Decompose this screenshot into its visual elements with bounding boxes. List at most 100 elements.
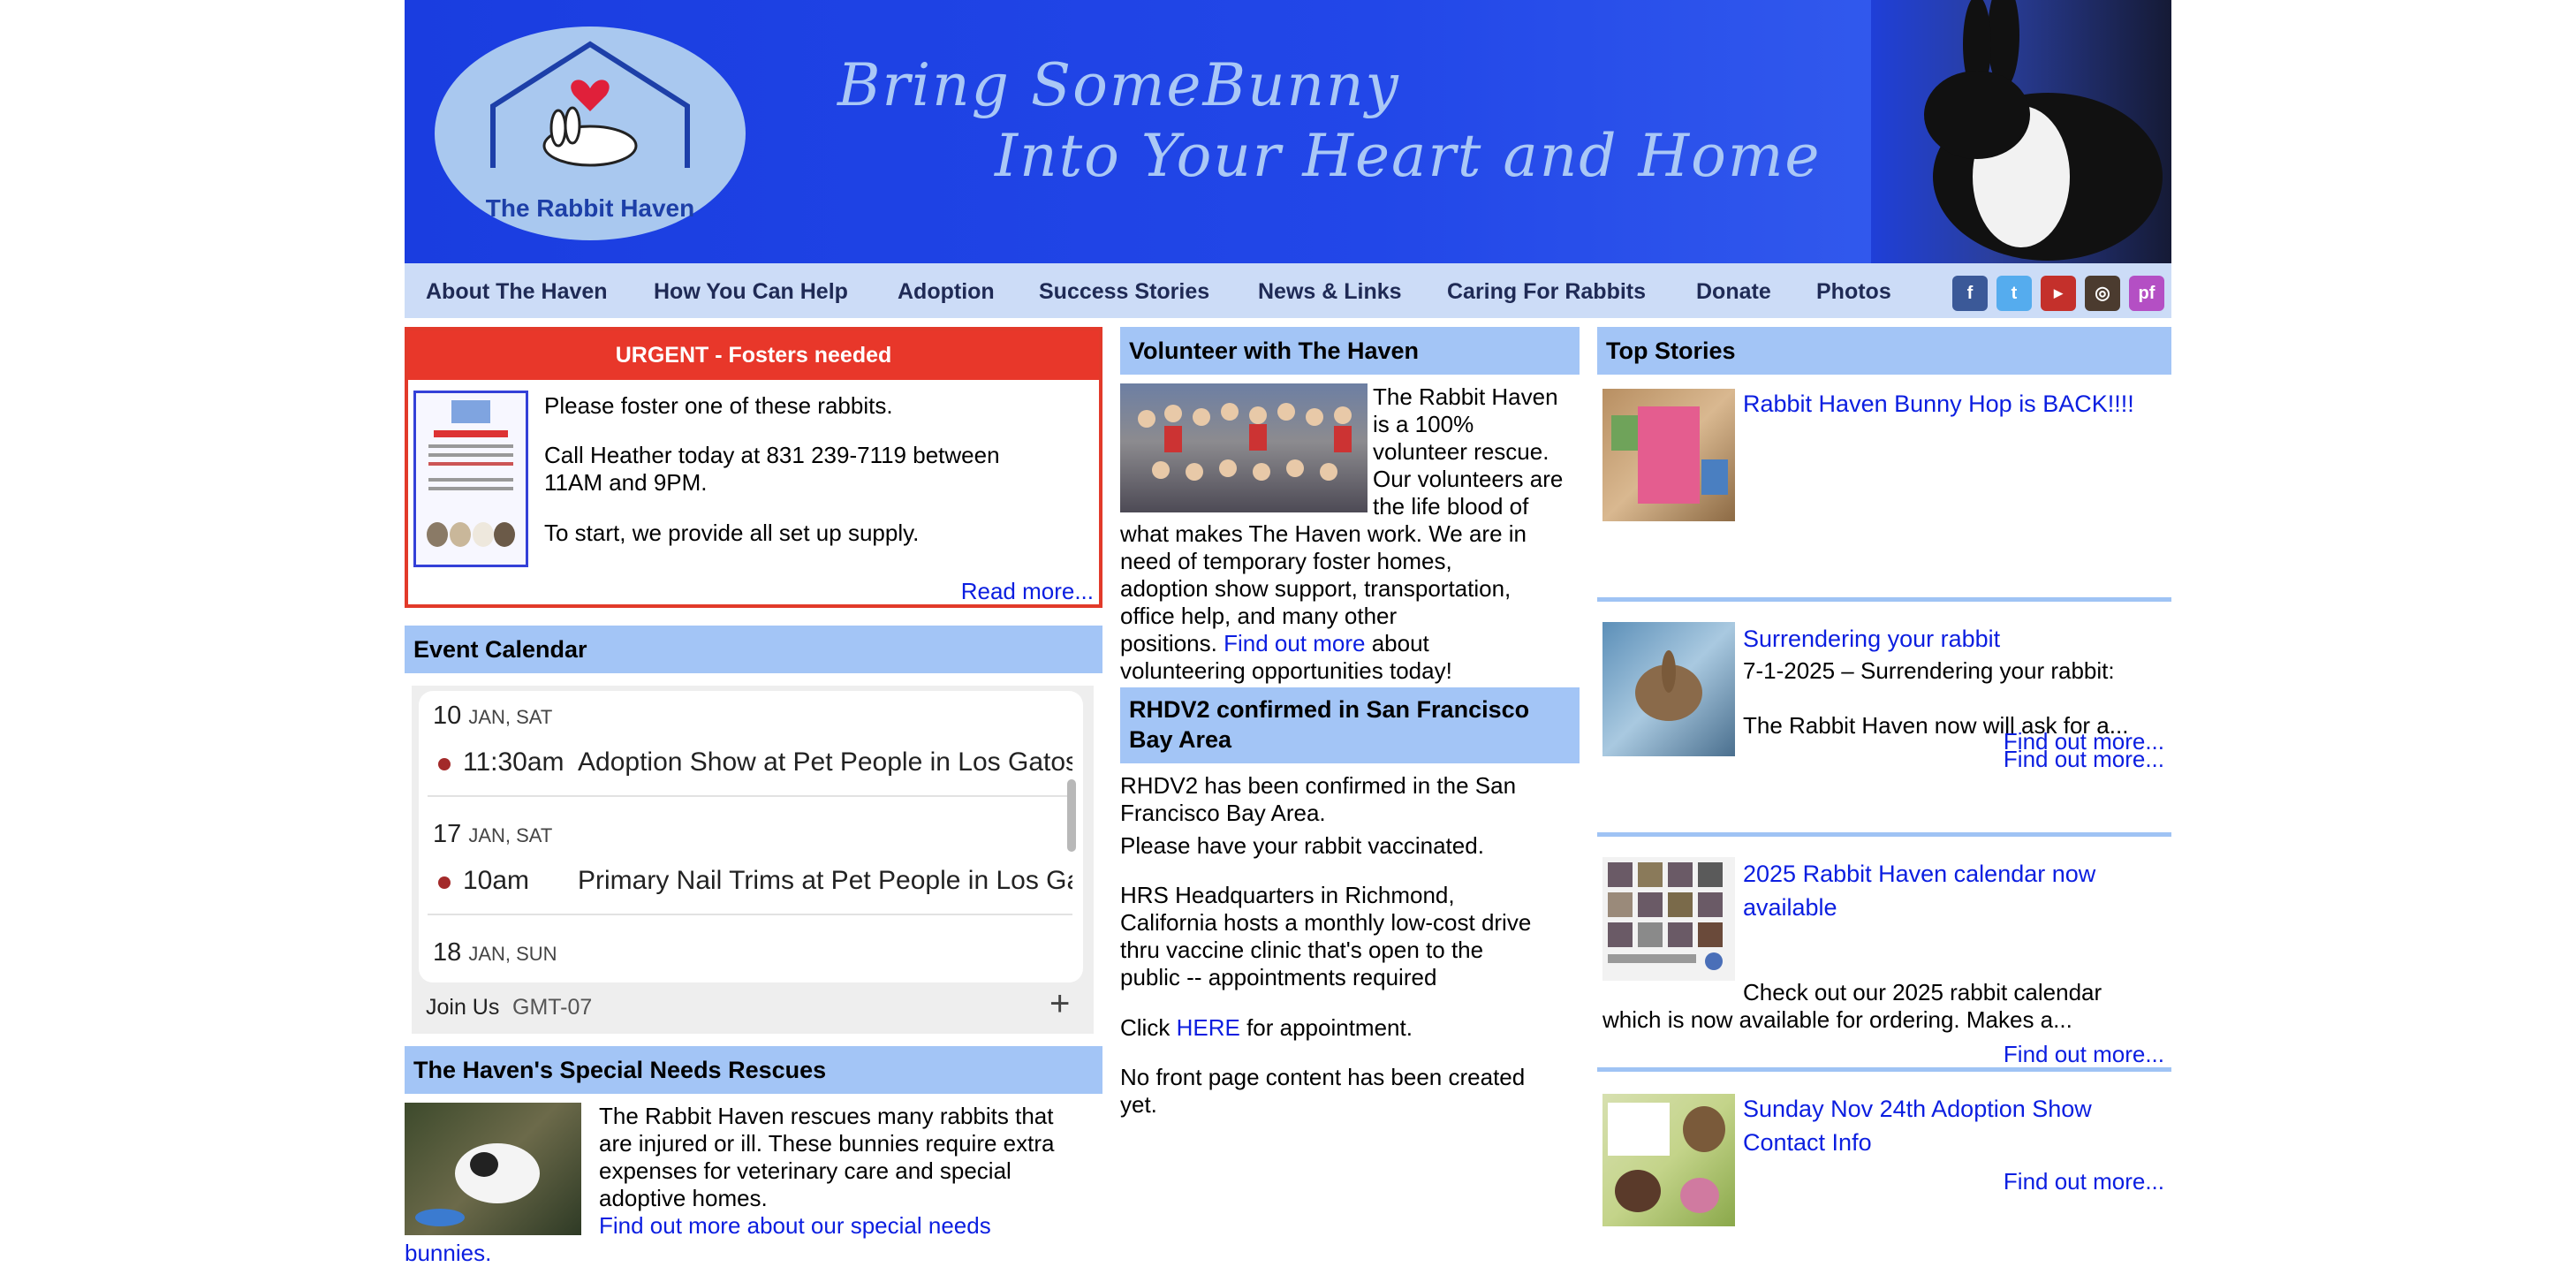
bunny-hop-thumbnail[interactable] (1602, 389, 1735, 521)
event-calendar-widget: 10 JAN, SAT 11:30am Adoption Show at Pet… (412, 686, 1094, 1034)
date-dow: JAN, SAT (468, 706, 553, 728)
calendar-timezone: GMT-07 (512, 995, 593, 1020)
adoption-show-find-out-more-link[interactable]: Find out more... (2004, 1168, 2164, 1195)
urgent-text-2a: Call Heather today at 831 239-7119 betwe… (544, 442, 1000, 468)
rhdv2-text-5: California hosts a monthly low-cost driv… (1120, 909, 1532, 936)
volunteer-text-8: adoption show support, transportation, (1120, 575, 1512, 602)
volunteer-text-7: need of temporary foster homes, (1120, 548, 1452, 574)
no-content-text-2: yet. (1120, 1091, 1157, 1118)
story-surrender-link[interactable]: Surrendering your rabbit (1743, 626, 2000, 653)
foster-flyer-image[interactable] (413, 391, 528, 567)
nav-success-stories[interactable]: Success Stories (1039, 279, 1209, 305)
petfinder-icon[interactable]: pf (2129, 276, 2164, 311)
calendar-story-text-2: which is now available for ordering. Mak… (1602, 1006, 2072, 1033)
banner-bunny-photo (1871, 0, 2171, 263)
rhdv2-heading: RHDV2 confirmed in San Francisco Bay Are… (1120, 687, 1580, 763)
volunteer-text-4: Our volunteers are (1373, 466, 1564, 492)
volunteer-text-1: The Rabbit Haven (1373, 383, 1558, 410)
calendar-event-list[interactable]: 10 JAN, SAT 11:30am Adoption Show at Pet… (419, 691, 1083, 982)
calendar-join-us[interactable]: Join Us (426, 995, 499, 1020)
calendar-date: 17 JAN, SAT (433, 820, 552, 849)
special-needs-text-3: expenses for veterinary care and special (599, 1157, 1011, 1184)
calendar-2025-thumbnail[interactable] (1602, 857, 1735, 981)
special-needs-text-2: are injured or ill. These bunnies requir… (599, 1130, 1055, 1157)
special-needs-link-cont[interactable]: bunnies. (405, 1240, 491, 1267)
youtube-icon[interactable]: ▶ (2041, 276, 2076, 311)
add-to-calendar-icon[interactable]: + (1049, 984, 1070, 1024)
story-bunny-hop-link[interactable]: Rabbit Haven Bunny Hop is BACK!!!! (1743, 391, 2134, 418)
story-divider (1597, 1067, 2171, 1072)
positions-text: positions. (1120, 630, 1217, 656)
volunteer-find-out-more-link[interactable]: Find out more (1224, 630, 1365, 656)
special-needs-bunny-photo[interactable] (405, 1103, 581, 1235)
event-calendar-heading: Event Calendar (405, 626, 1102, 673)
special-needs-link[interactable]: Find out more about our special needs (599, 1212, 991, 1240)
story-calendar-link-1[interactable]: 2025 Rabbit Haven calendar now (1743, 861, 2095, 888)
nav-donate[interactable]: Donate (1696, 279, 1771, 305)
volunteer-text-2: is a 100% (1373, 411, 1474, 437)
nav-about-the-haven[interactable]: About The Haven (426, 279, 608, 305)
rhdv2-here-link[interactable]: HERE (1177, 1014, 1240, 1041)
nav-adoption[interactable]: Adoption (898, 279, 995, 305)
urgent-fosters-box: URGENT - Fosters needed Please foster on… (405, 327, 1102, 608)
nav-photos[interactable]: Photos (1816, 279, 1891, 305)
calendar-scrollbar[interactable] (1067, 779, 1076, 852)
rhdv2-text-1: RHDV2 has been confirmed in the San (1120, 772, 1517, 799)
divider (428, 914, 1072, 915)
date-dow: JAN, SAT (468, 824, 553, 846)
header-banner: The Rabbit Haven Bring SomeBunny Into Yo… (405, 0, 2171, 263)
logo[interactable]: The Rabbit Haven (435, 27, 746, 240)
special-needs-text-1: The Rabbit Haven rescues many rabbits th… (599, 1103, 1054, 1129)
event-time: 10am (463, 866, 530, 895)
nav-caring-for-rabbits[interactable]: Caring For Rabbits (1447, 279, 1646, 305)
rhdv2-text-2: Francisco Bay Area. (1120, 800, 1326, 826)
about-text: about (1371, 630, 1429, 656)
volunteer-text-10: positions. Find out more about (1120, 630, 1429, 657)
urgent-read-more-link[interactable]: Read more... (961, 578, 1094, 605)
story-adoption-show-link-2[interactable]: Contact Info (1743, 1129, 1872, 1157)
volunteer-heading: Volunteer with The Haven (1120, 327, 1580, 375)
story-calendar-link-2[interactable]: available (1743, 894, 1837, 922)
special-needs-heading: The Haven's Special Needs Rescues (405, 1046, 1102, 1094)
date-day: 17 (433, 820, 462, 848)
calendar-story-text-1: Check out our 2025 rabbit calendar (1743, 979, 2102, 1005)
rhdv2-heading-line2: Bay Area (1129, 726, 1232, 753)
nav-how-you-can-help[interactable]: How You Can Help (654, 279, 848, 305)
nav-news-links[interactable]: News & Links (1258, 279, 1402, 305)
volunteer-text-11: volunteering opportunities today! (1120, 657, 1452, 684)
twitter-icon[interactable]: t (1996, 276, 2032, 311)
adoption-show-thumbnail[interactable] (1602, 1094, 1735, 1226)
page: The Rabbit Haven Bring SomeBunny Into Yo… (0, 0, 2576, 1267)
date-day: 10 (433, 702, 462, 730)
event-title[interactable]: Primary Nail Trims at Pet People in Los … (578, 866, 1072, 896)
volunteer-text-5: the life blood of (1373, 493, 1529, 520)
divider (428, 795, 1072, 797)
facebook-icon[interactable]: f (1952, 276, 1988, 311)
event-time: 11:30am (463, 747, 564, 777)
story-divider (1597, 597, 2171, 602)
story-divider (1597, 832, 2171, 837)
calendar-find-out-more-link[interactable]: Find out more... (2004, 1041, 2164, 1068)
instagram-icon[interactable]: ◎ (2085, 276, 2120, 311)
volunteer-group-photo[interactable] (1120, 383, 1368, 512)
event-title[interactable]: Adoption Show at Pet People in Los Gatos (578, 747, 1072, 778)
tagline-line1: Bring SomeBunny (837, 51, 1400, 119)
calendar-date: 10 JAN, SAT (433, 702, 552, 731)
volunteer-text-3: volunteer rescue. (1373, 438, 1549, 465)
rhdv2-click-line: Click HERE for appointment. (1120, 1014, 1413, 1042)
story-adoption-show-link-1[interactable]: Sunday Nov 24th Adoption Show (1743, 1096, 2092, 1123)
house-bunny-icon (490, 41, 690, 168)
rhdv2-heading-line1: RHDV2 confirmed in San Francisco (1129, 696, 1530, 723)
rhdv2-text-6: thru vaccine clinic that's open to the (1120, 937, 1484, 963)
rhdv2-text-4: HRS Headquarters in Richmond, (1120, 882, 1455, 908)
urgent-text-1: Please foster one of these rabbits. (544, 392, 893, 419)
date-dow: JAN, SUN (468, 943, 557, 965)
tagline-line2: Into Your Heart and Home (995, 122, 1822, 190)
surrender-thumbnail[interactable] (1602, 622, 1735, 756)
calendar-date: 18 JAN, SUN (433, 938, 557, 967)
no-content-text-1: No front page content has been created (1120, 1064, 1526, 1090)
urgent-text-3: To start, we provide all set up supply. (544, 520, 920, 546)
volunteer-text-9: office help, and many other (1120, 603, 1398, 629)
surrender-find-out-more-link-2[interactable]: Find out more... (2004, 746, 2164, 773)
rhdv2-text-7: public -- appointments required (1120, 964, 1437, 990)
